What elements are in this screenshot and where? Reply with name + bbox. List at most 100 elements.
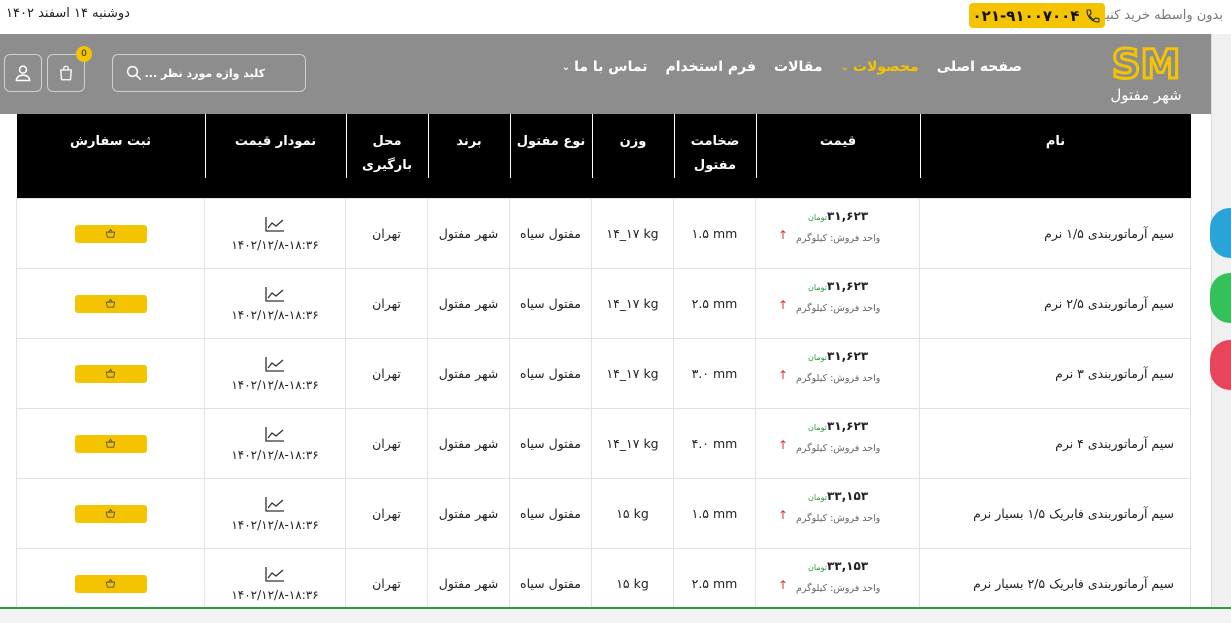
product-name[interactable]: سیم آرماتوربندی ۳ نرم — [919, 338, 1191, 409]
currency-label: تومان — [808, 283, 827, 292]
order-button[interactable] — [74, 574, 147, 593]
price-value: ۳۱,۶۲۳تومان — [808, 349, 869, 363]
user-icon — [15, 65, 31, 82]
order-button[interactable] — [74, 504, 147, 523]
currency-label: تومان — [808, 423, 827, 432]
line-chart-icon[interactable] — [264, 425, 286, 443]
loading-cell: تهران — [345, 268, 428, 339]
nav-item-home[interactable]: صفحه اصلی — [937, 59, 1022, 75]
order-button[interactable] — [74, 294, 147, 313]
product-name[interactable]: سیم آرماتوربندی ۴ نرم — [919, 408, 1191, 479]
order-button[interactable] — [74, 434, 147, 453]
line-chart-icon[interactable] — [264, 565, 286, 583]
price-date: ۱۴۰۲/۱۲/۸-۱۸:۳۶ — [231, 308, 319, 322]
price-cell: ۳۱,۶۲۳تومان واحد فروش: کیلوگرم ↑ — [755, 198, 920, 269]
arrow-up-icon: ↑ — [778, 438, 789, 452]
chart-cell: ۱۴۰۲/۱۲/۸-۱۸:۳۶ — [204, 338, 346, 409]
search-box — [112, 54, 306, 92]
price-value: ۳۱,۶۲۳تومان — [808, 279, 869, 293]
type-cell: مفتول سیاه — [509, 198, 592, 269]
product-name[interactable]: سیم آرماتوربندی ۱/۵ نرم — [919, 198, 1191, 269]
logo-letters: SM — [1112, 42, 1181, 88]
order-cell — [16, 478, 205, 549]
product-name[interactable]: سیم آرماتوربندی فابریک ۱/۵ بسیار نرم — [919, 478, 1191, 549]
nav-item-articles[interactable]: مقالات — [774, 59, 823, 75]
topbar: دوشنبه ۱۴ اسفند ۱۴۰۲ بدون واسطه خرید کنی… — [0, 0, 1231, 34]
price-table-container: نام قیمت ضخامت مفتول وزن نوع مفتول برند … — [16, 114, 1191, 619]
product-name[interactable]: سیم آرماتوربندی ۲/۵ نرم — [919, 268, 1191, 339]
currency-label: تومان — [808, 563, 827, 572]
line-chart-icon[interactable] — [264, 285, 286, 303]
table-row: سیم آرماتوربندی ۱/۵ نرم ۳۱,۶۲۳تومان واحد… — [16, 198, 1191, 269]
brand-cell: شهر مفتول — [427, 198, 510, 269]
order-cell — [16, 338, 205, 409]
os-taskbar — [0, 607, 1231, 623]
order-button[interactable] — [74, 224, 147, 243]
chart-cell: ۱۴۰۲/۱۲/۸-۱۸:۳۶ — [204, 268, 346, 339]
account-button[interactable] — [4, 54, 42, 92]
phone-button[interactable]: ۰۲۱-۹۱۰۰۷۰۰۴ — [969, 3, 1105, 28]
thickness-cell: ۱.۵ mm — [673, 198, 756, 269]
brand-cell: شهر مفتول — [427, 408, 510, 479]
arrow-up-icon: ↑ — [778, 578, 789, 592]
nav-label: تماس با ما — [574, 59, 648, 75]
table-row: سیم آرماتوربندی فابریک ۱/۵ بسیار نرم ۳۳,… — [16, 478, 1191, 549]
chevron-down-icon: ⌄ — [840, 61, 849, 73]
currency-label: تومان — [808, 493, 827, 502]
price-cell: ۳۱,۶۲۳تومان واحد فروش: کیلوگرم ↑ — [755, 408, 920, 479]
table-row: سیم آرماتوربندی ۳ نرم ۳۱,۶۲۳تومان واحد ف… — [16, 338, 1191, 409]
order-cell — [16, 198, 205, 269]
nav-item-jobs[interactable]: فرم استخدام — [665, 59, 756, 75]
weight-cell: ۱۴_۱۷ kg — [591, 408, 674, 479]
price-table: نام قیمت ضخامت مفتول وزن نوع مفتول برند … — [16, 114, 1191, 619]
header-price: قیمت — [755, 114, 920, 199]
price-date: ۱۴۰۲/۱۲/۸-۱۸:۳۶ — [231, 378, 319, 392]
sale-unit: واحد فروش: کیلوگرم — [796, 583, 881, 594]
main-navbar: SM شهر مفتول صفحه اصلی محصولات ⌄ مقالات ف… — [0, 34, 1212, 114]
type-cell: مفتول سیاه — [509, 268, 592, 339]
chevron-down-icon: ⌄ — [561, 61, 571, 73]
header-chart: نمودار قیمت — [204, 114, 346, 199]
current-date: دوشنبه ۱۴ اسفند ۱۴۰۲ — [6, 6, 130, 21]
basket-icon — [105, 578, 116, 588]
cart-button[interactable]: 0 — [47, 46, 92, 92]
type-cell: مفتول سیاه — [509, 408, 592, 479]
logo-mark-icon: SM شهر مفتول — [1110, 41, 1182, 105]
price-value: ۳۳,۱۵۳تومان — [808, 489, 869, 503]
type-cell: مفتول سیاه — [509, 478, 592, 549]
header-name: نام — [919, 114, 1191, 199]
order-button[interactable] — [74, 364, 147, 383]
weight-cell: ۱۴_۱۷ kg — [591, 198, 674, 269]
nav-item-contact[interactable]: تماس با ما ⌄ — [562, 59, 648, 75]
basket-icon — [105, 438, 116, 448]
search-icon[interactable] — [125, 64, 143, 82]
sale-unit: واحد فروش: کیلوگرم — [796, 233, 881, 244]
buy-direct-text: بدون واسطه خرید کنید — [1099, 8, 1223, 23]
site-logo[interactable]: SM شهر مفتول — [1090, 40, 1202, 106]
header-brand: برند — [427, 114, 510, 199]
price-date: ۱۴۰۲/۱۲/۸-۱۸:۳۶ — [231, 588, 319, 602]
header-order: ثبت سفارش — [16, 114, 205, 199]
sale-unit: واحد فروش: کیلوگرم — [796, 303, 881, 314]
line-chart-icon[interactable] — [264, 355, 286, 373]
chart-cell: ۱۴۰۲/۱۲/۸-۱۸:۳۶ — [204, 198, 346, 269]
loading-cell: تهران — [345, 198, 428, 269]
price-value: ۳۱,۶۲۳تومان — [808, 209, 869, 223]
line-chart-icon[interactable] — [264, 495, 286, 513]
loading-cell: تهران — [345, 408, 428, 479]
brand-cell: شهر مفتول — [427, 478, 510, 549]
cart-count-badge: 0 — [76, 46, 92, 62]
header-type: نوع مفتول — [509, 114, 592, 199]
type-cell: مفتول سیاه — [509, 338, 592, 409]
nav-item-products[interactable]: محصولات ⌄ — [841, 59, 919, 75]
shopping-bag-icon — [60, 65, 72, 81]
price-date: ۱۴۰۲/۱۲/۸-۱۸:۳۶ — [231, 238, 319, 252]
nav-label: صفحه اصلی — [936, 59, 1022, 75]
line-chart-icon[interactable] — [264, 215, 286, 233]
brand-cell: شهر مفتول — [427, 268, 510, 339]
basket-icon — [105, 368, 116, 378]
price-date: ۱۴۰۲/۱۲/۸-۱۸:۳۶ — [231, 448, 319, 462]
thickness-cell: ۲.۵ mm — [673, 268, 756, 339]
thickness-cell: ۱.۵ mm — [673, 478, 756, 549]
basket-icon — [105, 508, 116, 518]
